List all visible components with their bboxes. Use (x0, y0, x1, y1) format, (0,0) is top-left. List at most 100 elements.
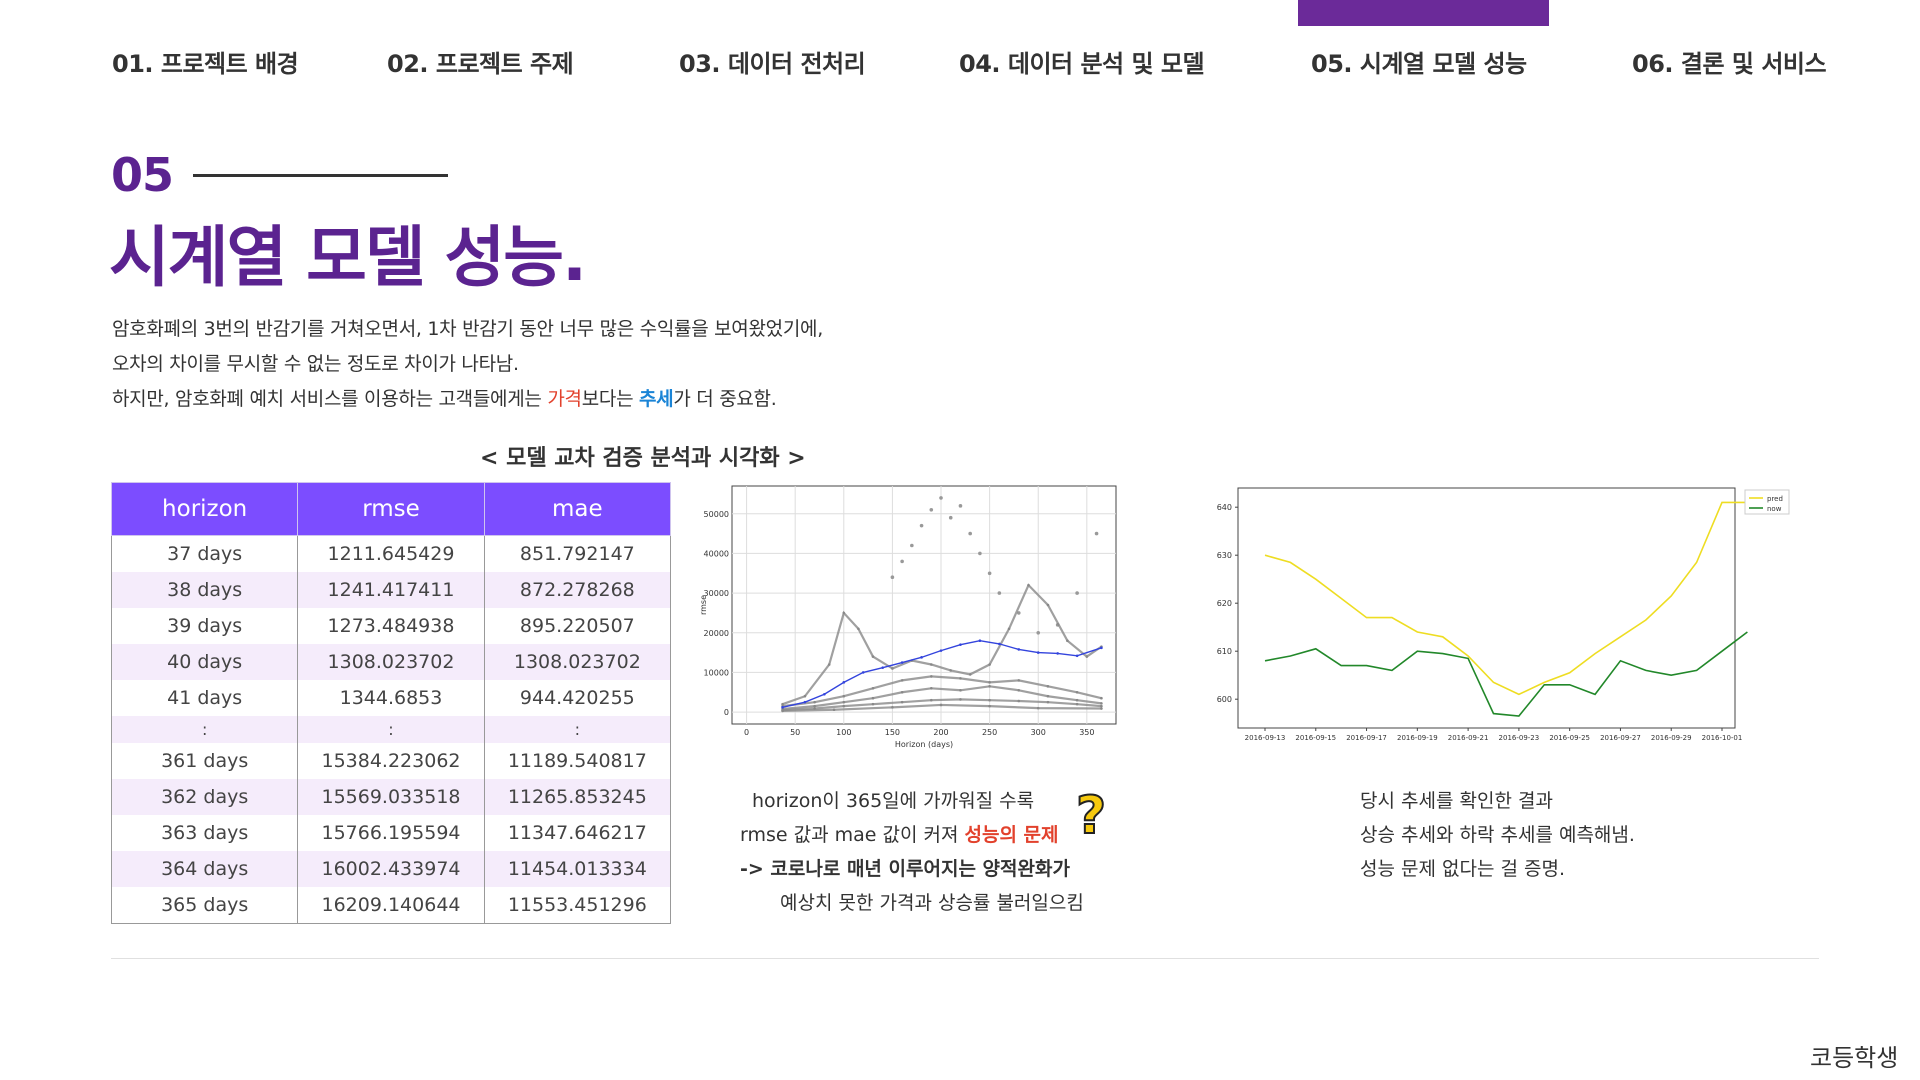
description-line-1: 암호화폐의 3번의 반감기를 거쳐오면서, 1차 반감기 동안 너무 많은 수익… (112, 318, 823, 340)
cell-rmse: 1241.417411 (297, 572, 485, 608)
table-row-ellipsis: ::: (110, 716, 672, 743)
cell-horizon: 362 days (110, 779, 299, 815)
cell-mae: 11553.451296 (483, 887, 672, 924)
caption-left-line-2: rmse 값과 mae 값이 커져 성능의 문제 (740, 818, 1084, 852)
x-tick-label: 2016-09-21 (1448, 734, 1489, 742)
description-text: 가 더 중요함. (673, 388, 777, 410)
series-point (1066, 639, 1069, 642)
x-tick-label: 150 (885, 728, 900, 737)
cell-horizon: 365 days (110, 887, 299, 924)
table-row: 38 days 1241.417411 872.278268 (110, 572, 672, 608)
series-point (959, 643, 962, 646)
series-point (1017, 679, 1021, 682)
series-point (823, 692, 826, 696)
metrics-table: horizon rmse mae 37 days 1211.645429 851.7… (110, 482, 672, 924)
highlight-price: 가격 (547, 388, 582, 410)
series-point (900, 661, 904, 664)
cell-horizon: 361 days (110, 743, 299, 779)
cell-mae: 11454.013334 (483, 851, 672, 887)
cell-rmse: 15569.033518 (297, 779, 485, 815)
y-tick-label: 0 (724, 708, 729, 717)
series-point (939, 703, 943, 707)
scatter-point (1094, 531, 1099, 536)
y-tick-label: 600 (1217, 695, 1232, 704)
cell-mae: 872.278268 (483, 572, 672, 608)
x-tick-label: 2016-09-23 (1499, 734, 1540, 742)
series-point (939, 649, 943, 652)
section-divider (193, 174, 448, 177)
nav-item-timeseries-performance[interactable]: 05. 시계열 모델 성능 (1311, 44, 1527, 79)
description-text: 하지만, 암호화폐 예치 서비스를 이용하는 고객들에게는 (112, 388, 548, 410)
caption-left: horizon이 365일에 가까워질 수록 rmse 값과 mae 값이 커져… (740, 784, 1084, 920)
series-point (1075, 690, 1079, 694)
series-point (920, 656, 923, 659)
series-point (929, 663, 933, 666)
series-point (871, 696, 875, 700)
series-point (1056, 652, 1059, 655)
x-tick-label: 2016-09-17 (1346, 734, 1387, 742)
y-tick-label: 40000 (704, 549, 729, 558)
cell-rmse: 15384.223062 (297, 743, 485, 779)
series-point (803, 700, 807, 704)
series-point (1085, 655, 1089, 658)
cell-rmse: 1344.6853 (297, 680, 485, 716)
series-point (871, 702, 875, 706)
series-point (813, 704, 816, 708)
nav-item-conclusion-service[interactable]: 06. 결론 및 서비스 (1632, 44, 1827, 79)
series-point (978, 639, 982, 642)
nav-item-background[interactable]: 01. 프로젝트 배경 (112, 44, 299, 79)
cell-mae: 895.220507 (483, 608, 672, 644)
series-point (891, 706, 894, 709)
x-tick-label: 200 (933, 728, 948, 737)
x-tick-label: 2016-09-29 (1651, 734, 1692, 742)
series-point (1046, 700, 1050, 704)
x-tick-label: 250 (982, 728, 997, 737)
cell-rmse: 15766.195594 (297, 815, 485, 851)
x-tick-label: 2016-09-19 (1397, 734, 1438, 742)
series-point (871, 655, 875, 658)
cell-horizon: 40 days (110, 644, 299, 680)
top-navigation: 01. 프로젝트 배경 02. 프로젝트 주제 03. 데이터 전처리 04. … (0, 44, 1920, 79)
caption-right-line-3: 성능 문제 없다는 걸 증명. (1360, 858, 1565, 880)
series-point (929, 675, 933, 678)
series-point (1075, 702, 1079, 706)
description-line-3: 하지만, 암호화폐 예치 서비스를 이용하는 고객들에게는 가격보다는 추세가 … (112, 382, 823, 417)
pred-now-chart-svg: 600 610 620 630 640 2016-09-13 2016-09-15 2016-… (1217, 487, 1790, 742)
series-point (832, 708, 836, 712)
cell-rmse: : (297, 716, 485, 743)
series-point (842, 700, 846, 704)
x-axis-label: Horizon (days) (895, 740, 953, 749)
series-point (1027, 583, 1030, 587)
table-row: 41 days 1344.6853 944.420255 (110, 680, 672, 716)
series-point (988, 704, 991, 708)
y-tick-label: 620 (1217, 599, 1232, 608)
series-point (1017, 648, 1021, 651)
nav-item-topic[interactable]: 02. 프로젝트 주제 (387, 44, 574, 79)
column-header-mae: mae (483, 482, 672, 536)
series-point (1075, 698, 1079, 702)
description-line-2: 오차의 차이를 무시할 수 없는 정도로 차이가 나타남. (112, 353, 519, 375)
nav-item-preprocessing[interactable]: 03. 데이터 전처리 (679, 44, 866, 79)
series-point (988, 685, 991, 688)
series-point (949, 669, 953, 672)
y-tick-label: 630 (1217, 551, 1232, 560)
scatter-point (978, 551, 982, 556)
table-row: 362 days 15569.033518 11265.853245 (110, 779, 672, 815)
cell-rmse: 1273.484938 (297, 608, 485, 644)
active-tab-indicator (1298, 0, 1549, 26)
table-row: 40 days 1308.023702 1308.023702 (110, 644, 672, 680)
x-tick-label: 0 (744, 728, 749, 737)
nav-item-analysis-model[interactable]: 04. 데이터 분석 및 모델 (959, 44, 1205, 79)
highlight-trend: 추세 (638, 388, 674, 410)
cell-mae: 944.420255 (483, 680, 672, 716)
series-point (1036, 651, 1040, 654)
scatter-point (890, 575, 895, 580)
section-number: 05 (111, 148, 174, 202)
series-point (900, 690, 904, 694)
cell-mae: 11189.540817 (483, 743, 672, 779)
scatter-point (997, 591, 1002, 595)
scatter-point (929, 508, 934, 512)
question-mark-icon: ? (1075, 786, 1107, 846)
x-tick-label: 2016-09-15 (1295, 734, 1336, 742)
cell-rmse: 1308.023702 (297, 644, 485, 680)
